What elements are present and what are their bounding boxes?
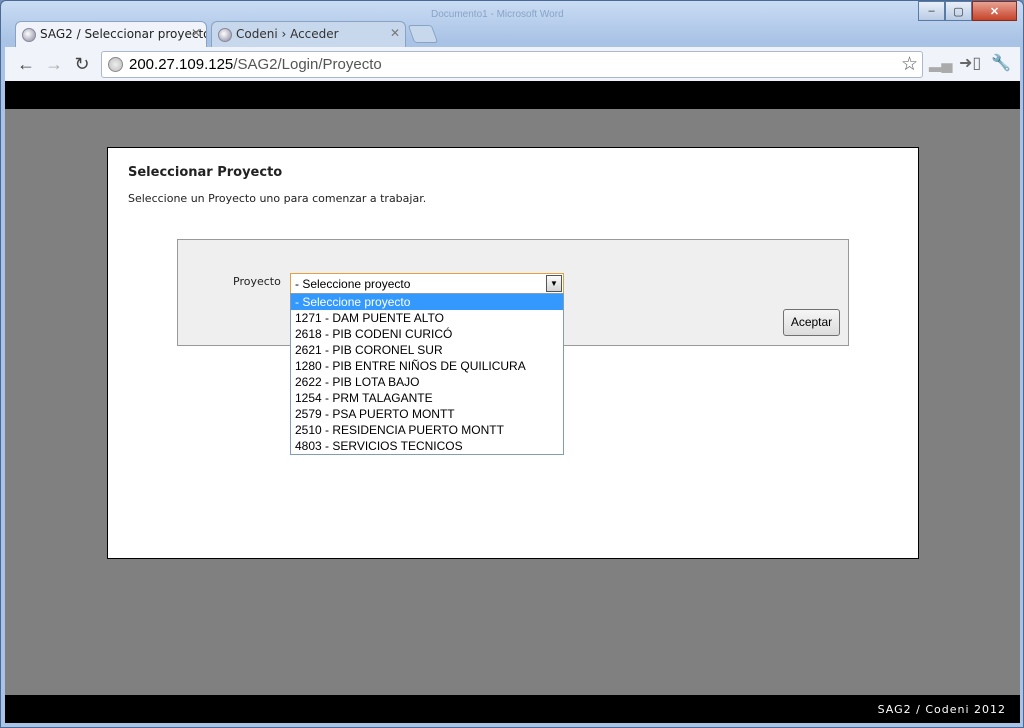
minimize-button[interactable]: – (918, 1, 945, 21)
tab-close-icon[interactable]: ✕ (191, 26, 201, 40)
dropdown-option[interactable]: 2622 - PIB LOTA BAJO (291, 374, 563, 390)
globe-icon (108, 57, 123, 72)
tab-label: Codeni › Acceder (236, 27, 339, 41)
dropdown-option[interactable]: 2579 - PSA PUERTO MONTT (291, 406, 563, 422)
tab-label: SAG2 / Seleccionar proyecto (40, 27, 207, 41)
dropdown-option[interactable]: 1254 - PRM TALAGANTE (291, 390, 563, 406)
background-window-title: Documento1 - Microsoft Word (431, 9, 564, 20)
title-bar: Documento1 - Microsoft Word SAG2 / Selec… (1, 1, 1023, 47)
close-button[interactable]: ✕ (972, 1, 1017, 21)
dropdown-option[interactable]: 1271 - DAM PUENTE ALTO (291, 310, 563, 326)
back-arrow-icon[interactable]: ← (15, 53, 37, 75)
dropdown-option[interactable]: - Seleccione proyecto (291, 294, 563, 310)
project-select[interactable]: - Seleccione proyecto ▼ (290, 273, 564, 294)
browser-toolbar: ← → ↻ 200.27.109.125/SAG2/Login/Proyecto… (5, 47, 1020, 81)
page-viewport: Seleccionar Proyecto Seleccione un Proye… (5, 81, 1020, 723)
select-value: - Seleccione proyecto (295, 277, 411, 291)
signal-bars-icon: ▂▄ (929, 55, 953, 72)
tab-close-icon[interactable]: ✕ (390, 26, 400, 40)
extension-icon[interactable]: ➜▯ (959, 53, 981, 73)
footer-bar: SAG2 / Codeni 2012 (5, 695, 1020, 723)
browser-window: Documento1 - Microsoft Word SAG2 / Selec… (0, 0, 1024, 728)
page-title: Seleccionar Proyecto (128, 165, 283, 180)
globe-icon (22, 28, 36, 42)
wrench-icon[interactable]: 🔧 (991, 53, 1011, 73)
address-bar[interactable]: 200.27.109.125/SAG2/Login/Proyecto ☆ (101, 51, 923, 78)
project-dropdown-list: - Seleccione proyecto 1271 - DAM PUENTE … (290, 293, 564, 455)
dropdown-arrow-icon[interactable]: ▼ (546, 275, 562, 292)
globe-icon (218, 28, 232, 42)
window-controls: – ▢ ✕ (918, 1, 1017, 21)
dropdown-option[interactable]: 2510 - RESIDENCIA PUERTO MONTT (291, 422, 563, 438)
project-label: Proyecto (233, 275, 281, 288)
accept-button[interactable]: Aceptar (783, 309, 840, 336)
dropdown-option[interactable]: 2621 - PIB CORONEL SUR (291, 342, 563, 358)
dropdown-option[interactable]: 4803 - SERVICIOS TECNICOS (291, 438, 563, 454)
bookmark-star-icon[interactable]: ☆ (901, 53, 918, 76)
new-tab-button[interactable] (407, 25, 439, 43)
reload-icon[interactable]: ↻ (71, 53, 93, 75)
url-text: 200.27.109.125/SAG2/Login/Proyecto (129, 56, 382, 73)
tab-codeni[interactable]: Codeni › Acceder ✕ (211, 21, 406, 47)
page-description: Seleccione un Proyecto uno para comenzar… (128, 192, 427, 205)
dropdown-option[interactable]: 1280 - PIB ENTRE NIÑOS DE QUILICURA (291, 358, 563, 374)
header-bar (5, 81, 1020, 109)
maximize-button[interactable]: ▢ (945, 1, 972, 21)
tab-sag2[interactable]: SAG2 / Seleccionar proyecto ✕ (15, 21, 207, 47)
dropdown-option[interactable]: 2618 - PIB CODENI CURICÓ (291, 326, 563, 342)
forward-arrow-icon[interactable]: → (43, 53, 65, 75)
